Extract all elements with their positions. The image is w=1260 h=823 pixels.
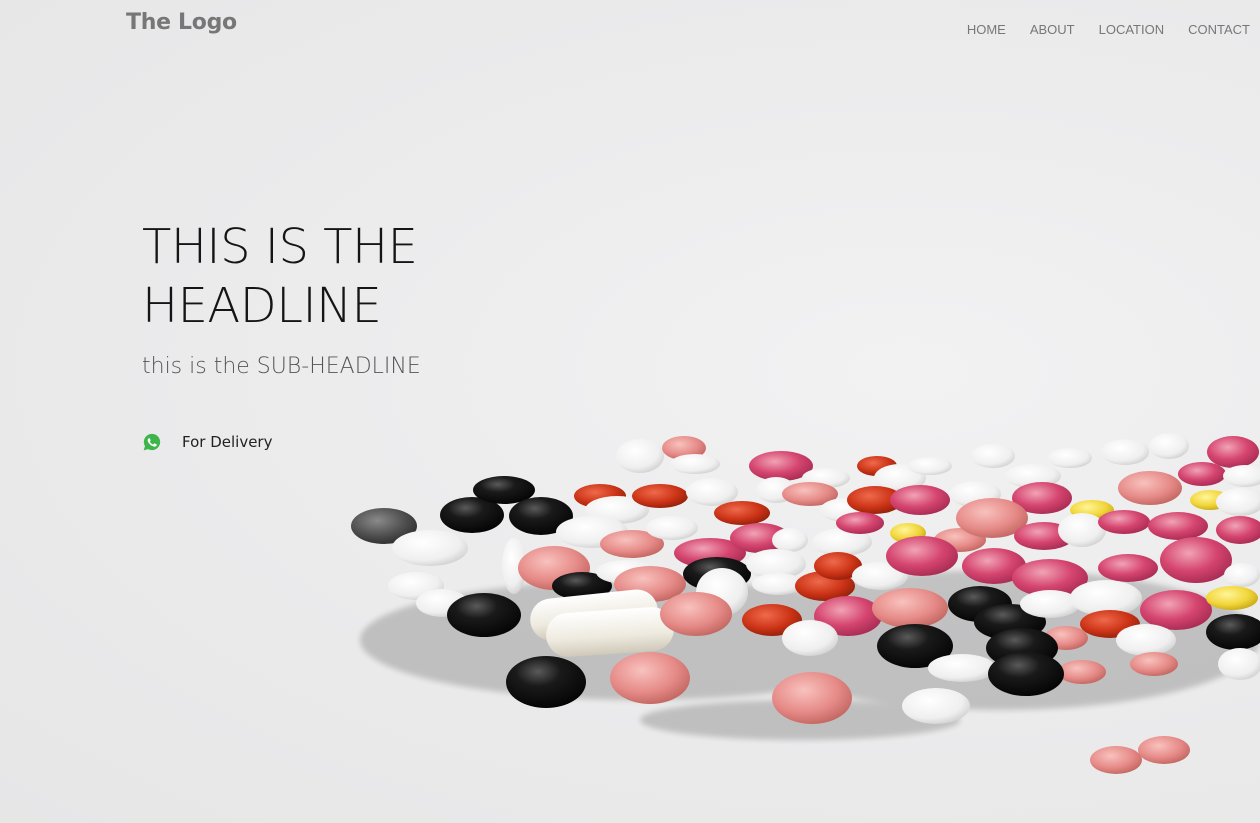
headline-line-2: HEADLINE xyxy=(142,278,382,334)
landing-page: The Logo HOME ABOUT LOCATION CONTACT THI… xyxy=(0,0,1260,823)
delivery-link[interactable]: For Delivery xyxy=(142,432,272,452)
site-logo[interactable]: The Logo xyxy=(126,10,237,35)
delivery-label: For Delivery xyxy=(182,433,273,451)
pills-hero-image xyxy=(351,433,1260,774)
nav-link-contact[interactable]: CONTACT xyxy=(1188,22,1250,37)
nav-link-location[interactable]: LOCATION xyxy=(1099,22,1165,37)
hero-subheadline: this is the SUB-HEADLINE xyxy=(142,354,421,379)
whatsapp-icon xyxy=(143,433,161,451)
hero-headline: THIS IS THE HEADLINE xyxy=(142,218,582,336)
headline-line-1: THIS IS THE xyxy=(142,219,418,275)
nav-link-about[interactable]: ABOUT xyxy=(1030,22,1075,37)
nav-link-home[interactable]: HOME xyxy=(967,22,1006,37)
main-nav: HOME ABOUT LOCATION CONTACT xyxy=(967,22,1250,37)
